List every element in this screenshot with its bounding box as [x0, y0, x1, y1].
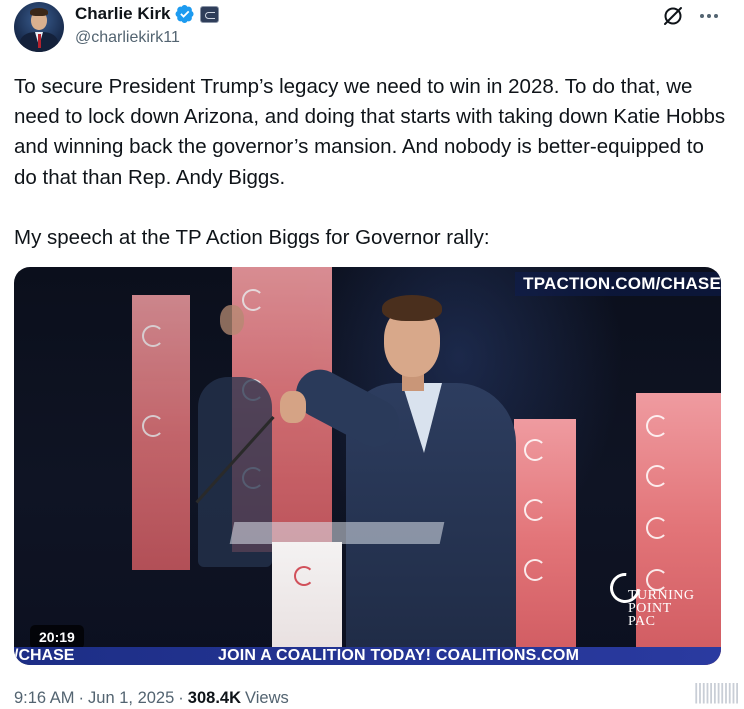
stage-banner — [132, 295, 190, 570]
affiliation-badge-icon[interactable] — [200, 5, 220, 23]
tweet-meta: 9:16 AM · Jun 1, 2025 · 308.4K Views — [14, 687, 289, 709]
tweet-date[interactable]: Jun 1, 2025 — [88, 689, 174, 708]
avatar[interactable] — [14, 2, 64, 52]
watermark: |||||||||||| — [693, 679, 740, 704]
author-display-name[interactable]: Charlie Kirk — [75, 4, 170, 24]
podium — [229, 522, 445, 665]
separator: · — [78, 688, 85, 707]
tweet-paragraph: My speech at the TP Action Biggs for Gov… — [14, 225, 490, 249]
separator: · — [178, 688, 184, 707]
turning-point-pac-logo: TURNING POINT PAC — [603, 566, 700, 629]
views-label: Views — [245, 688, 289, 707]
video-duration-badge: 20:19 — [30, 625, 84, 649]
ticker-main-text: JOIN A COALITION TODAY! COALITIONS.COM — [218, 647, 580, 664]
grok-icon[interactable] — [662, 5, 684, 27]
logo-text: POINT PAC — [628, 601, 672, 629]
more-icon[interactable] — [698, 5, 720, 27]
tweet-time[interactable]: 9:16 AM — [14, 689, 75, 708]
avatar-tie — [37, 34, 41, 48]
video-player[interactable]: TPACTION.COM/CHASE TURNING POINT PAC 20:1… — [14, 267, 721, 665]
tweet-paragraph: To secure President Trump’s legacy we ne… — [14, 75, 726, 189]
views-count[interactable]: 308.4K — [188, 689, 241, 708]
tweet-header-actions — [662, 5, 720, 27]
author-handle[interactable]: @charliekirk11 — [75, 29, 180, 47]
video-url-overlay: TPACTION.COM/CHASE — [515, 272, 721, 296]
stage-banner — [514, 419, 576, 665]
ticker-left-text: /CHASE — [14, 647, 75, 664]
avatar-hair — [30, 8, 48, 16]
author-name-row: Charlie Kirk — [75, 3, 220, 25]
tweet-text: To secure President Trump’s legacy we ne… — [14, 72, 729, 253]
verified-badge-icon — [175, 5, 194, 23]
